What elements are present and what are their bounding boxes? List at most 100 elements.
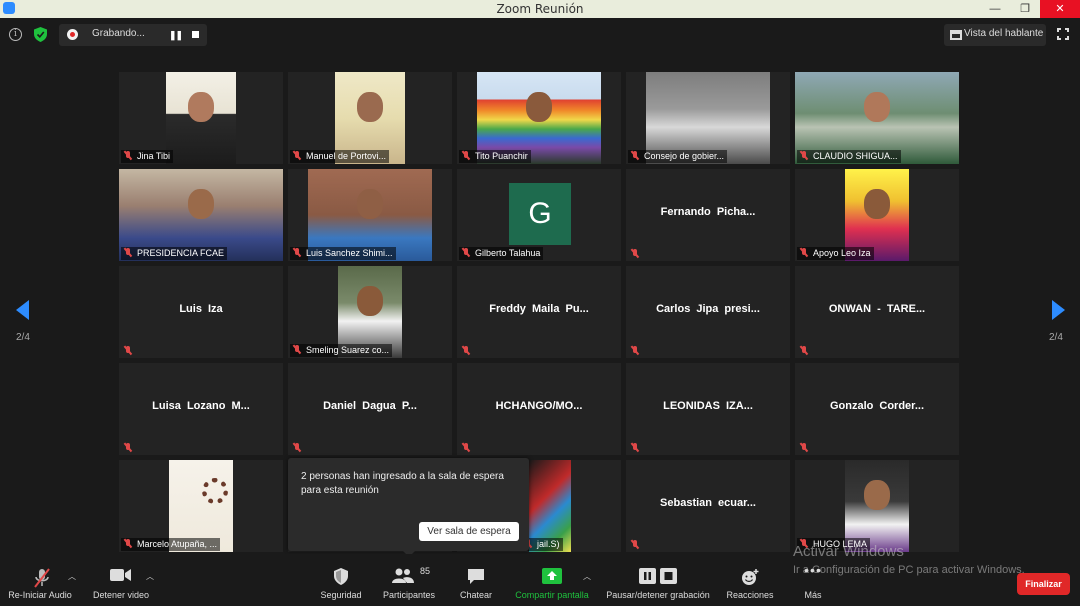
participant-name: CLAUDIO SHIGUA... bbox=[813, 151, 898, 161]
previous-page-arrow-icon[interactable] bbox=[16, 300, 29, 320]
muted-mic-icon bbox=[630, 540, 640, 549]
participant-face bbox=[357, 92, 383, 123]
participant-tile[interactable]: HCHANGO/MO... bbox=[457, 363, 621, 455]
participant-tile[interactable]: HUGO LEMA bbox=[795, 460, 959, 552]
reactions-button[interactable]: Reacciones bbox=[724, 554, 776, 606]
audio-options-caret-icon[interactable]: ︿ bbox=[68, 571, 76, 582]
share-screen-button[interactable]: Compartir pantalla bbox=[512, 554, 592, 606]
participant-tile[interactable]: Marcelo Atupaña, ... bbox=[119, 460, 283, 552]
video-camera-icon bbox=[110, 569, 131, 581]
waiting-room-message: 2 personas han ingresado a la sala de es… bbox=[301, 471, 504, 496]
participant-tile[interactable]: Daniel Dagua P... bbox=[288, 363, 452, 455]
muted-mic-icon bbox=[799, 151, 809, 160]
participant-name-caption: Gilberto Talahua bbox=[459, 247, 544, 260]
meeting-toolbar: Re-Iniciar Audio ︿ Detener video ︿ Segur… bbox=[0, 554, 1080, 606]
participant-tile[interactable]: Luis Sanchez Shimi... bbox=[288, 169, 452, 261]
participant-name: Gilberto Talahua bbox=[475, 248, 541, 258]
participant-display-name: Daniel Dagua P... bbox=[323, 400, 417, 412]
muted-mic-icon bbox=[123, 248, 133, 257]
participants-button[interactable]: 85 Participantes bbox=[378, 554, 440, 606]
stop-recording-icon[interactable] bbox=[192, 31, 199, 38]
end-meeting-button[interactable]: Finalizar bbox=[1017, 573, 1070, 595]
muted-mic-icon bbox=[292, 248, 302, 257]
pause-stop-recording-button[interactable]: Pausar/detener grabación bbox=[602, 554, 714, 606]
chat-button[interactable]: Chatear bbox=[456, 554, 496, 606]
participant-tile[interactable]: Tito Puanchir bbox=[457, 72, 621, 164]
view-grid-icon bbox=[950, 30, 962, 40]
participant-display-name: ONWAN - TARE... bbox=[828, 303, 926, 315]
muted-mic-icon bbox=[799, 443, 809, 452]
participant-tile[interactable]: Luisa Lozano M... bbox=[119, 363, 283, 455]
participant-tile[interactable]: Fernando Picha... bbox=[626, 169, 790, 261]
muted-mic-icon bbox=[123, 443, 133, 452]
video-button-label: Detener video bbox=[92, 590, 150, 600]
video-options-caret-icon[interactable]: ︿ bbox=[146, 571, 154, 582]
participant-tile[interactable]: ONWAN - TARE... bbox=[795, 266, 959, 358]
participant-face bbox=[188, 92, 214, 123]
participant-display-name: Sebastian ecuar... bbox=[660, 497, 756, 509]
participant-tile[interactable]: Apoyo Leo Iza bbox=[795, 169, 959, 261]
participant-name: Luis Sanchez Shimi... bbox=[306, 248, 393, 258]
meeting-topbar: i Grabando... ❚❚ Vista del hablante bbox=[0, 18, 1080, 54]
pause-recording-icon[interactable]: ❚❚ bbox=[169, 30, 183, 41]
more-button-label: Más bbox=[804, 590, 822, 600]
participant-tile[interactable]: G Gilberto Talahua bbox=[457, 169, 621, 261]
view-waiting-room-button[interactable]: Ver sala de espera bbox=[419, 522, 519, 541]
speaker-view-label: Vista del hablante bbox=[964, 28, 1044, 39]
participant-face bbox=[357, 189, 383, 220]
participants-button-label: Participantes bbox=[382, 590, 436, 600]
share-screen-icon bbox=[542, 568, 562, 584]
participant-tile[interactable]: Carlos Jipa presi... bbox=[626, 266, 790, 358]
muted-mic-icon bbox=[799, 248, 809, 257]
window-title: Zoom Reunión bbox=[496, 2, 584, 16]
window-titlebar: Zoom Reunión — ❐ ✕ bbox=[0, 0, 1080, 18]
participant-name-caption: Consejo de gobier... bbox=[628, 150, 728, 163]
waiting-room-notification: 2 personas han ingresado a la sala de es… bbox=[288, 458, 529, 551]
participant-name: Manuel de Portovi... bbox=[306, 151, 387, 161]
participants-count: 85 bbox=[420, 566, 431, 576]
participant-name-caption: CLAUDIO SHIGUA... bbox=[797, 150, 901, 163]
muted-mic-icon bbox=[123, 151, 133, 160]
muted-mic-icon bbox=[461, 248, 471, 257]
security-button[interactable]: Seguridad bbox=[316, 554, 366, 606]
restore-button[interactable]: ❐ bbox=[1010, 0, 1040, 18]
share-options-caret-icon[interactable]: ︿ bbox=[583, 571, 591, 582]
info-icon[interactable]: i bbox=[9, 28, 22, 41]
muted-mic-icon bbox=[461, 151, 471, 160]
participant-tile[interactable]: Gonzalo Corder... bbox=[795, 363, 959, 455]
speaker-view-button[interactable]: Vista del hablante bbox=[944, 24, 1046, 46]
muted-mic-icon bbox=[123, 539, 133, 548]
pause-stop-icons bbox=[639, 568, 677, 584]
participant-display-name: Freddy Maila Pu... bbox=[489, 303, 589, 315]
participant-name-caption: Luis Sanchez Shimi... bbox=[290, 247, 396, 260]
participant-tile[interactable]: CLAUDIO SHIGUA... bbox=[795, 72, 959, 164]
video-button[interactable]: Detener video bbox=[88, 554, 154, 606]
participant-tile[interactable]: Jina Tibi bbox=[119, 72, 283, 164]
more-button[interactable]: ••• Más bbox=[796, 554, 830, 606]
participant-tile[interactable]: Smeling Suarez co... bbox=[288, 266, 452, 358]
participant-tile[interactable]: Manuel de Portovi... bbox=[288, 72, 452, 164]
participant-display-name: Gonzalo Corder... bbox=[829, 400, 925, 412]
participant-tile[interactable]: LEONIDAS IZA... bbox=[626, 363, 790, 455]
participant-name-caption: Tito Puanchir bbox=[459, 150, 531, 163]
minimize-button[interactable]: — bbox=[980, 0, 1010, 18]
participant-video bbox=[166, 72, 236, 164]
muted-mic-icon bbox=[799, 346, 809, 355]
fullscreen-icon[interactable] bbox=[1056, 27, 1070, 41]
participant-name-caption: Marcelo Atupaña, ... bbox=[121, 538, 221, 551]
close-button[interactable]: ✕ bbox=[1040, 0, 1080, 18]
next-page-arrow-icon[interactable] bbox=[1052, 300, 1065, 320]
participant-face bbox=[864, 92, 890, 123]
muted-mic-icon bbox=[630, 249, 640, 258]
participant-tile[interactable]: Consejo de gobier... bbox=[626, 72, 790, 164]
muted-mic-icon bbox=[292, 151, 302, 160]
participant-tile[interactable]: Luis Iza bbox=[119, 266, 283, 358]
participant-tile[interactable]: Sebastian ecuar... bbox=[626, 460, 790, 552]
encryption-shield-icon[interactable] bbox=[34, 27, 47, 42]
muted-mic-icon bbox=[292, 345, 302, 354]
participant-face bbox=[357, 286, 383, 317]
participant-tile[interactable]: Freddy Maila Pu... bbox=[457, 266, 621, 358]
participant-tile[interactable]: PRESIDENCIA FCAE bbox=[119, 169, 283, 261]
security-shield-icon bbox=[334, 568, 348, 585]
participant-display-name: Carlos Jipa presi... bbox=[656, 303, 760, 315]
